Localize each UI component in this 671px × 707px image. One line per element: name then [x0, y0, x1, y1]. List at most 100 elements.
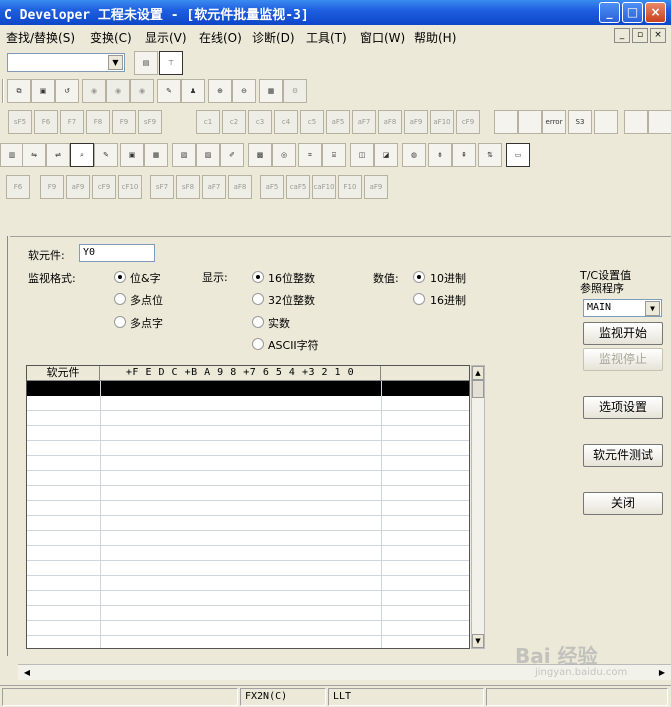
ladder-F9-icon[interactable]: F9	[40, 175, 64, 199]
ladder-aF10-icon[interactable]: aF10	[430, 110, 454, 134]
ladder-c3-icon[interactable]: c3	[248, 110, 272, 134]
menu-find-replace[interactable]: 查找/替换(S)	[6, 29, 75, 46]
ladder-aF5-icon[interactable]: aF5	[260, 175, 284, 199]
mdi-close-button[interactable]: ×	[650, 28, 666, 43]
ladder-c4-icon[interactable]: c4	[274, 110, 298, 134]
tool-icon[interactable]: ▣	[120, 143, 144, 167]
page-icon[interactable]: ▤	[134, 51, 158, 75]
close-button[interactable]: ×	[645, 2, 666, 23]
menu-online[interactable]: 在线(O)	[199, 29, 242, 46]
tool-icon[interactable]: ⌸	[322, 143, 346, 167]
tool-icon[interactable]: ◍	[402, 143, 426, 167]
tool-icon[interactable]: ✐	[220, 143, 244, 167]
ladder-sF9-icon[interactable]: sF9	[138, 110, 162, 134]
ladder-sF5-icon[interactable]: sF5	[8, 110, 32, 134]
mdi-minimize-button[interactable]: _	[614, 28, 630, 43]
value-hex-radio[interactable]	[413, 293, 425, 305]
menu-tools[interactable]: 工具(T)	[306, 29, 347, 46]
ladder-c2-icon[interactable]: c2	[222, 110, 246, 134]
tool-icon[interactable]: ▩	[248, 143, 272, 167]
device-input[interactable]: Y0	[79, 244, 155, 262]
monitor-start-icon[interactable]: ♟	[181, 79, 205, 103]
display-real-radio[interactable]	[252, 316, 264, 328]
zoom-in-icon[interactable]: ⊕	[208, 79, 232, 103]
ladder-caF5-icon[interactable]: caF5	[286, 175, 310, 199]
window-icon[interactable]: ▭	[506, 143, 530, 167]
scroll-up-icon[interactable]: ▲	[472, 366, 484, 380]
tree-icon[interactable]: ⊤	[159, 51, 183, 75]
close-dialog-button[interactable]: 关闭	[583, 492, 663, 515]
tool-icon[interactable]: ⌗	[298, 143, 322, 167]
list-icon[interactable]	[494, 110, 518, 134]
tool-icon[interactable]: ⇟	[428, 143, 452, 167]
table-row[interactable]	[27, 486, 469, 501]
s3-icon[interactable]: S3	[568, 110, 592, 134]
menu-view[interactable]: 显示(V)	[145, 29, 187, 46]
ladder-caF10-icon[interactable]: caF10	[312, 175, 336, 199]
table-row[interactable]	[27, 561, 469, 576]
tool-icon[interactable]: ▥	[0, 143, 24, 167]
menu-window[interactable]: 窗口(W)	[360, 29, 405, 46]
device-icon[interactable]	[594, 110, 618, 134]
more-icon[interactable]	[648, 110, 671, 134]
monitor-start-button[interactable]: 监视开始	[583, 322, 663, 345]
copy-icon[interactable]: ⧉	[7, 79, 31, 103]
table-row[interactable]	[27, 576, 469, 591]
tool-icon[interactable]: ⇌	[46, 143, 70, 167]
display-ascii-radio[interactable]	[252, 338, 264, 350]
tool-icon[interactable]: ⇅	[478, 143, 502, 167]
display-16bit-radio[interactable]	[252, 271, 264, 283]
table-row[interactable]	[27, 456, 469, 471]
scroll-right-icon[interactable]: ▶	[655, 666, 669, 679]
ladder-F6-icon[interactable]: F6	[6, 175, 30, 199]
table-row[interactable]	[27, 621, 469, 636]
tool-icon[interactable]: ◎	[272, 143, 296, 167]
mdi-restore-button[interactable]: ▫	[632, 28, 648, 43]
ladder-F6-icon[interactable]: F6	[34, 110, 58, 134]
menu-convert[interactable]: 变换(C)	[90, 29, 132, 46]
selected-row[interactable]	[27, 381, 469, 396]
online-read-icon[interactable]: ◉	[82, 79, 106, 103]
error-icon[interactable]: error	[542, 110, 566, 134]
menu-diagnostics[interactable]: 诊断(D)	[252, 29, 295, 46]
settings-icon[interactable]: ⚙	[283, 79, 307, 103]
tool-icon[interactable]: ⇋	[22, 143, 46, 167]
display-32bit-radio[interactable]	[252, 293, 264, 305]
device-monitor-icon[interactable]: ⌕	[70, 143, 94, 167]
tool-icon[interactable]: ▨	[196, 143, 220, 167]
maximize-button[interactable]: □	[622, 2, 643, 23]
value-dec-radio[interactable]	[413, 271, 425, 283]
table-row[interactable]	[27, 591, 469, 606]
ladder-F9-icon[interactable]: F9	[112, 110, 136, 134]
format-bit-word-radio[interactable]	[114, 271, 126, 283]
ladder-c5-icon[interactable]: c5	[300, 110, 324, 134]
ladder-aF7-icon[interactable]: aF7	[202, 175, 226, 199]
monitor-stop-button[interactable]: 监视停止	[583, 348, 663, 371]
ladder-sF8-icon[interactable]: sF8	[176, 175, 200, 199]
ladder-aF5-icon[interactable]: aF5	[326, 110, 350, 134]
ladder-c1-icon[interactable]: c1	[196, 110, 220, 134]
tc-program-select[interactable]: MAIN ▼	[583, 299, 662, 317]
table-row[interactable]	[27, 426, 469, 441]
ladder-aF8-icon[interactable]: aF8	[378, 110, 402, 134]
chevron-down-icon[interactable]: ▼	[645, 301, 660, 316]
format-multi-word-radio[interactable]	[114, 316, 126, 328]
tool-icon[interactable]: ⇞	[452, 143, 476, 167]
table-row[interactable]	[27, 636, 469, 648]
ladder-aF9-icon[interactable]: aF9	[364, 175, 388, 199]
program-combo[interactable]: ▼	[7, 53, 125, 72]
scroll-down-icon[interactable]: ▼	[472, 634, 484, 648]
monitor-edit-icon[interactable]: ✎	[157, 79, 181, 103]
tool-icon[interactable]: ◫	[350, 143, 374, 167]
ladder-F10-icon[interactable]: F10	[338, 175, 362, 199]
ladder-cF10-icon[interactable]: cF10	[118, 175, 142, 199]
monitor-grid[interactable]: 软元件 +F E D C +B A 9 8 +7 6 5 4 +3 2 1 0	[26, 365, 470, 649]
format-multi-bit-radio[interactable]	[114, 293, 126, 305]
table-row[interactable]	[27, 531, 469, 546]
online-verify-icon[interactable]: ◉	[130, 79, 154, 103]
table-row[interactable]	[27, 546, 469, 561]
table-row[interactable]	[27, 516, 469, 531]
ladder-aF8-icon[interactable]: aF8	[228, 175, 252, 199]
ladder-F8-icon[interactable]: F8	[86, 110, 110, 134]
minimize-button[interactable]: _	[599, 2, 620, 23]
